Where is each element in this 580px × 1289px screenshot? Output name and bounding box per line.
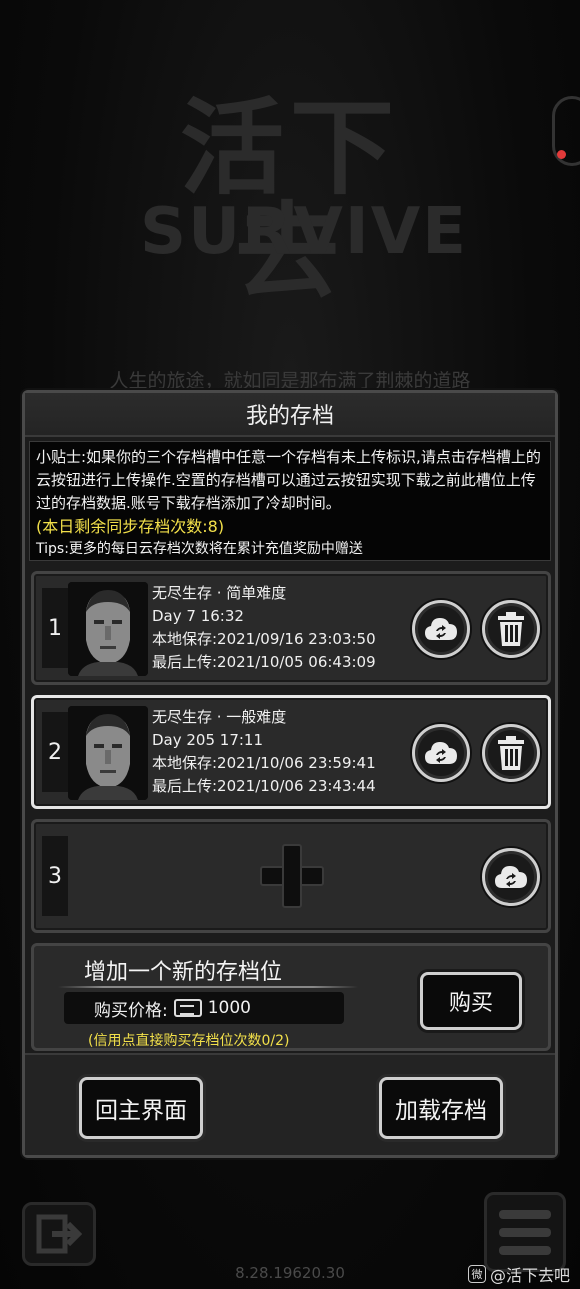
trash-icon xyxy=(498,736,524,770)
cloud-sync-button[interactable] xyxy=(412,600,470,658)
watermark-text: @活下去吧 xyxy=(489,1266,570,1285)
tip-main-text: 小贴士:如果你的三个存档槽中任意一个存档有未上传标识,请点击存档槽上的云按钮进行… xyxy=(36,448,541,512)
tips-box: 小贴士:如果你的三个存档槽中任意一个存档有未上传标识,请点击存档槽上的云按钮进行… xyxy=(29,441,551,561)
menu-icon-bar xyxy=(499,1245,551,1255)
survivor-face-icon xyxy=(68,706,148,800)
trash-icon xyxy=(498,612,524,646)
notification-dot xyxy=(557,150,566,159)
slot-number: 2 xyxy=(42,712,68,792)
credit-ticket-icon xyxy=(173,999,202,1017)
slot-last-upload: 最后上传:2021/10/06 23:43:44 xyxy=(152,777,376,795)
slot-local-save: 本地保存:2021/09/16 23:03:50 xyxy=(152,630,376,648)
watermark: 微 @活下去吧 xyxy=(467,1262,570,1286)
menu-icon xyxy=(499,1209,551,1219)
price-value: 1000 xyxy=(207,998,251,1018)
plus-icon xyxy=(260,844,324,908)
buy-button[interactable]: 购买 xyxy=(420,972,522,1030)
exit-icon xyxy=(36,1214,82,1254)
cloud-download-button[interactable] xyxy=(482,848,540,906)
load-save-button[interactable]: 加载存档 xyxy=(379,1077,503,1139)
dialog-footer: 回主界面 加载存档 xyxy=(25,1053,555,1155)
menu-icon-bar xyxy=(499,1227,551,1237)
dialog-title: 我的存档 xyxy=(25,393,555,437)
save-slot-3-empty[interactable]: 3 xyxy=(31,819,551,933)
save-slot-2[interactable]: 2 无尽生存 · 一般难度 Day 205 17:11 本地保存:2021/10… xyxy=(31,695,551,809)
buy-slot-panel: 增加一个新的存档位 购买价格: 1000 (信用点直接购买存档位次数0/2) 购… xyxy=(31,943,551,1051)
price-box: 购买价格: 1000 xyxy=(64,992,344,1024)
slot-mode: 无尽生存 · 一般难度 xyxy=(152,708,287,726)
cloud-sync-icon xyxy=(425,742,457,764)
cloud-sync-icon xyxy=(425,618,457,640)
survivor-face-icon xyxy=(68,582,148,676)
slot-info: 无尽生存 · 一般难度 Day 205 17:11 本地保存:2021/10/0… xyxy=(152,706,376,798)
tip-extra-text: Tips:更多的每日云存档次数将在累计充值奖励中赠送 xyxy=(36,541,363,557)
slot-mode: 无尽生存 · 简单难度 xyxy=(152,584,287,602)
cloud-sync-button[interactable] xyxy=(412,724,470,782)
slot-last-upload: 最后上传:2021/10/05 06:43:09 xyxy=(152,653,376,671)
survivor-portrait xyxy=(68,706,148,800)
buy-limit-note: (信用点直接购买存档位次数0/2) xyxy=(88,1033,290,1049)
slot-local-save: 本地保存:2021/10/06 23:59:41 xyxy=(152,754,376,772)
slot-number: 1 xyxy=(42,588,68,668)
delete-save-button[interactable] xyxy=(482,724,540,782)
buy-slot-title: 增加一个新的存档位 xyxy=(84,960,283,985)
exit-button[interactable] xyxy=(22,1202,96,1266)
tagline: 人生的旅途，就如同是那布满了荆棘的道路 xyxy=(109,370,471,392)
delete-save-button[interactable] xyxy=(482,600,540,658)
slot-day: Day 205 17:11 xyxy=(152,731,264,749)
title-divider xyxy=(58,986,358,988)
slot-number: 3 xyxy=(42,836,68,916)
slot-day: Day 7 16:32 xyxy=(152,607,244,625)
home-button[interactable]: 回主界面 xyxy=(79,1077,203,1139)
menu-button[interactable] xyxy=(484,1192,566,1272)
survivor-portrait xyxy=(68,582,148,676)
weibo-icon: 微 xyxy=(467,1265,486,1283)
save-slot-1[interactable]: 1 无尽生存 · 简单难度 Day 7 16:32 本地保存:2021/09/1… xyxy=(31,571,551,685)
sync-count-text: (本日剩余同步存档次数:8) xyxy=(36,517,225,536)
game-logo-english: SURVIVE xyxy=(140,195,468,269)
save-dialog: 我的存档 小贴士:如果你的三个存档槽中任意一个存档有未上传标识,请点击存档槽上的… xyxy=(22,390,558,1158)
cloud-sync-icon xyxy=(495,866,527,888)
price-label: 购买价格: xyxy=(94,1000,168,1021)
plus-bar xyxy=(282,844,302,908)
slot-info: 无尽生存 · 简单难度 Day 7 16:32 本地保存:2021/09/16 … xyxy=(152,582,376,674)
